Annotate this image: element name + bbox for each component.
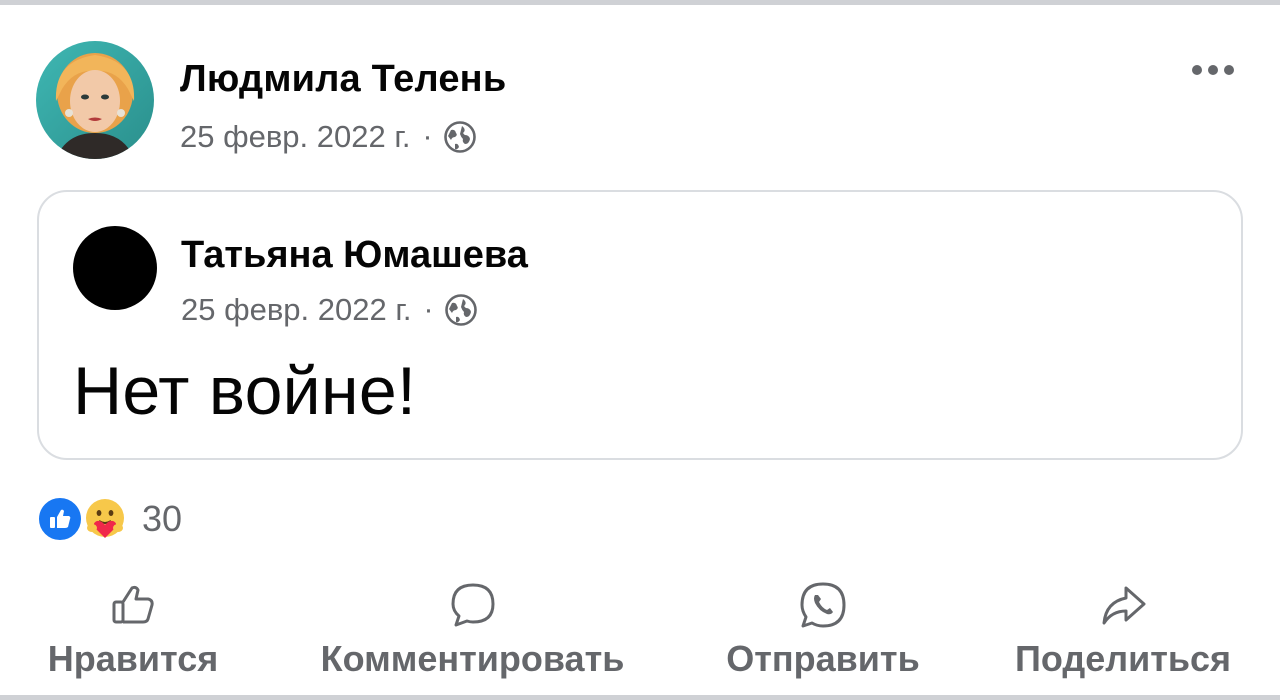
- post-meta: 25 февр. 2022 г. ·: [180, 117, 477, 157]
- whatsapp-icon: [797, 580, 849, 630]
- send-button[interactable]: Отправить: [712, 580, 934, 680]
- reactions-summary[interactable]: 30: [36, 494, 182, 544]
- author-name[interactable]: Людмила Телень: [180, 58, 506, 101]
- shared-post-text: Нет войне!: [73, 353, 417, 429]
- globe-icon: [443, 120, 477, 154]
- share-label: Поделиться: [1014, 638, 1232, 679]
- meta-separator: ·: [422, 120, 433, 153]
- meta-separator: ·: [423, 293, 434, 326]
- like-reaction-icon: [36, 495, 84, 543]
- send-label: Отправить: [726, 638, 920, 679]
- shared-post-card[interactable]: Татьяна Юмашева 25 февр. 2022 г. · Нет в…: [37, 190, 1243, 460]
- shared-post-meta: 25 февр. 2022 г. ·: [181, 290, 478, 330]
- like-button[interactable]: Нравится: [33, 580, 233, 680]
- share-button[interactable]: Поделиться: [1002, 580, 1244, 680]
- thumbs-up-icon: [107, 580, 159, 630]
- comment-label: Комментировать: [320, 638, 625, 679]
- top-divider: [0, 0, 1280, 5]
- more-options-button[interactable]: [1182, 52, 1244, 88]
- reaction-count[interactable]: 30: [142, 498, 182, 540]
- share-arrow-icon: [1097, 580, 1149, 630]
- bottom-divider: [0, 695, 1280, 700]
- globe-icon: [444, 293, 478, 327]
- shared-author-name[interactable]: Татьяна Юмашева: [181, 234, 528, 277]
- shared-post-date[interactable]: 25 февр. 2022 г.: [181, 292, 412, 328]
- post-date[interactable]: 25 февр. 2022 г.: [180, 119, 411, 155]
- like-label: Нравится: [47, 638, 219, 679]
- more-options-icon: [1192, 65, 1202, 75]
- comment-icon: [447, 580, 499, 630]
- author-avatar[interactable]: [36, 41, 154, 159]
- shared-author-avatar[interactable]: [73, 226, 157, 310]
- comment-button[interactable]: Комментировать: [300, 580, 645, 680]
- care-reaction-icon: [80, 494, 130, 544]
